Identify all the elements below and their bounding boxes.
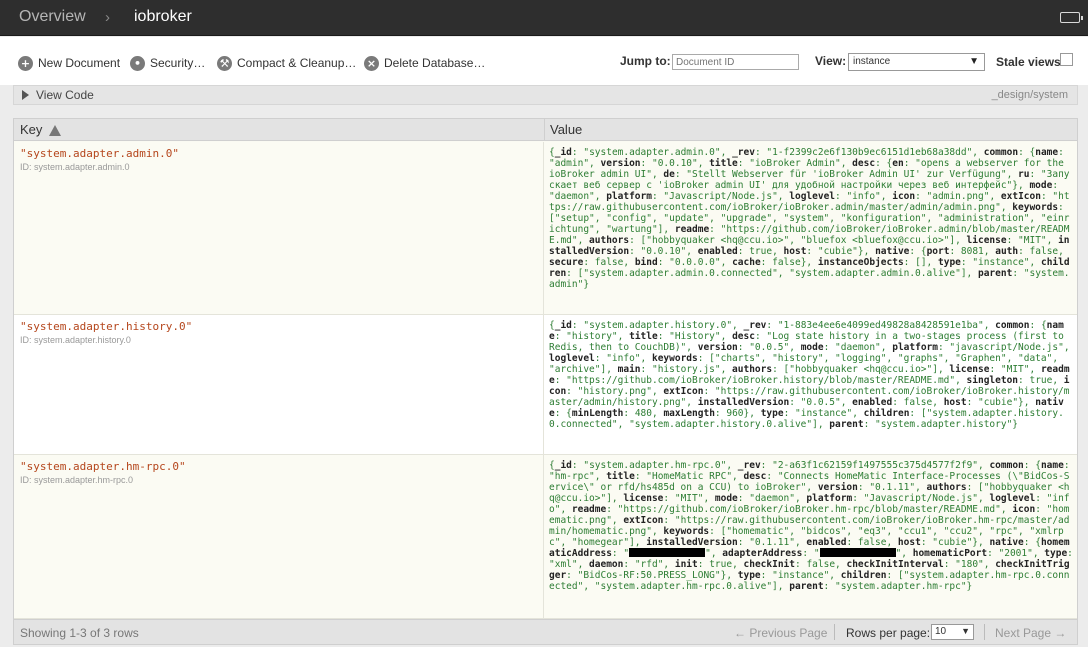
battery-toggle-icon[interactable] [1060,12,1083,23]
dropdown-arrow-icon: ▼ [961,626,970,636]
footer-divider [834,624,835,640]
table-row[interactable]: "system.adapter.history.0" ID: system.ad… [14,315,1077,455]
view-code-label: View Code [36,88,94,102]
row-value: {_id: "system.adapter.history.0", _rev: … [549,320,1076,430]
compact-cleanup-label: Compact & Cleanup… [237,56,357,70]
delete-database-button[interactable]: × Delete Database… [364,55,485,71]
document-id-input[interactable] [672,54,799,70]
rows-per-page-label: Rows per page: [846,626,931,640]
column-header-value: Value [550,122,583,137]
column-divider [544,119,545,141]
row-id: ID: system.adapter.admin.0 [20,162,130,172]
row-value: {_id: "system.adapter.hm-rpc.0", _rev: "… [549,460,1079,592]
breadcrumb-separator: › [105,9,110,26]
row-count: Showing 1-3 of 3 rows [20,626,139,640]
view-select-value: instance [853,56,891,67]
jump-to-label: Jump to: [620,54,671,68]
table-header: Key Value [14,119,1077,141]
footer-divider [984,624,985,640]
dropdown-arrow-icon: ▼ [969,56,979,67]
documents-table: Key Value "system.adapter.admin.0" ID: s… [13,118,1078,645]
lightbulb-icon: • [130,55,145,71]
row-id: ID: system.adapter.hm-rpc.0 [20,475,134,485]
table-footer: Showing 1-3 of 3 rows ← Previous Page Ro… [14,619,1077,644]
security-label: Security… [150,56,206,70]
next-page-link[interactable]: Next Page → [995,626,1066,640]
expand-triangle-icon [22,90,29,100]
row-key[interactable]: "system.adapter.history.0" [20,320,192,333]
stale-views-label: Stale views [996,55,1061,69]
row-key[interactable]: "system.adapter.hm-rpc.0" [20,460,186,473]
key-cell: "system.adapter.hm-rpc.0" ID: system.ada… [14,455,544,618]
compact-cleanup-button[interactable]: ⚒ Compact & Cleanup… [217,55,356,71]
breadcrumb-overview[interactable]: Overview [19,8,86,26]
view-select[interactable]: instance ▼ [848,53,985,71]
previous-page-link[interactable]: ← Previous Page [734,626,827,640]
redacted-block [629,548,706,557]
key-cell: "system.adapter.admin.0" ID: system.adap… [14,142,544,314]
wrench-icon: ⚒ [217,55,232,71]
breadcrumb-database: iobroker [134,8,192,25]
row-value: {_id: "system.adapter.admin.0", _rev: "1… [549,147,1070,290]
delete-database-label: Delete Database… [384,56,486,70]
top-bar: Overview › iobroker [0,0,1088,36]
rows-per-page-select[interactable]: 10 ▼ [931,624,974,640]
redacted-block [819,548,896,557]
stale-views-checkbox[interactable] [1060,53,1073,66]
table-row[interactable]: "system.adapter.hm-rpc.0" ID: system.ada… [14,455,1077,619]
row-key[interactable]: "system.adapter.admin.0" [20,147,179,160]
design-doc-path: _design/system [991,89,1068,101]
security-button[interactable]: • Security… [130,55,205,71]
rows-per-page-value: 10 [935,626,947,637]
sort-ascending-icon[interactable] [49,125,61,136]
new-document-button[interactable]: + New Document [18,55,120,71]
column-header-key[interactable]: Key [20,122,42,137]
view-code-bar[interactable]: View Code _design/system [13,85,1078,105]
table-row[interactable]: "system.adapter.admin.0" ID: system.adap… [14,142,1077,315]
key-cell: "system.adapter.history.0" ID: system.ad… [14,315,544,454]
plus-circle-icon: + [18,55,33,71]
view-label: View: [815,54,847,68]
new-document-label: New Document [38,56,121,70]
x-circle-icon: × [364,55,379,71]
row-id: ID: system.adapter.history.0 [20,335,131,345]
